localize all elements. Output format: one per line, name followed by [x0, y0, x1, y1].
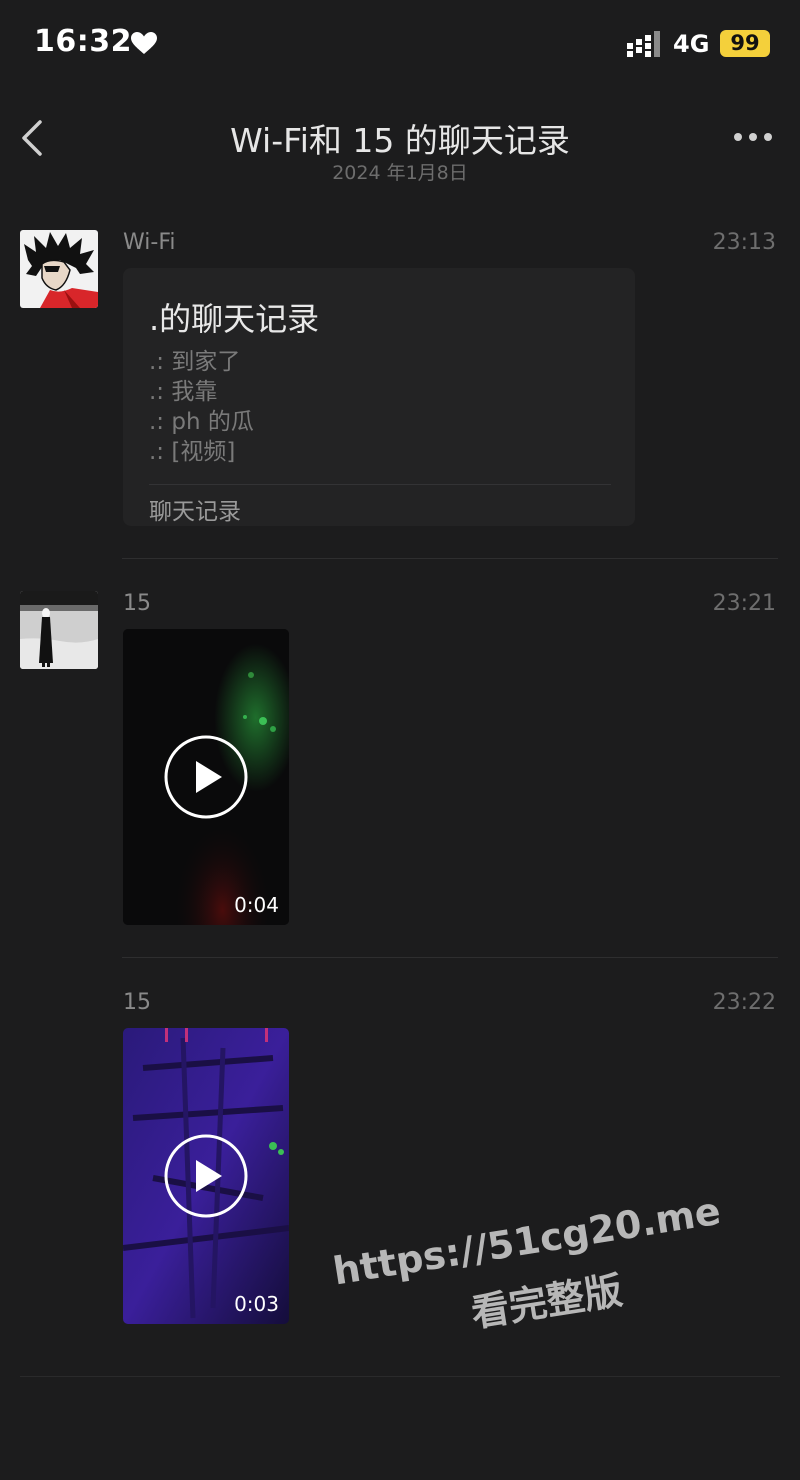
chat-history-line: .: [视频] — [149, 439, 236, 465]
video-thumbnail[interactable]: 0:03 — [123, 1028, 289, 1324]
message-time: 23:22 — [712, 990, 776, 1015]
watermark: https://51cg20.me 看完整版 — [330, 1187, 747, 1388]
sender-name: 15 — [123, 990, 151, 1015]
chat-history-line: .: 我靠 — [149, 379, 218, 405]
network-label: 4G — [673, 30, 710, 58]
divider — [122, 957, 778, 958]
avatar[interactable] — [20, 230, 98, 308]
status-time: 16:32 — [34, 24, 132, 59]
chat-history-footer: 聊天记录 — [149, 499, 241, 525]
video-duration: 0:03 — [234, 1292, 279, 1316]
avatar-image — [20, 230, 98, 308]
sender-name: Wi-Fi — [123, 230, 176, 255]
video-thumbnail[interactable]: 0:04 — [123, 629, 289, 925]
signal-icon — [627, 31, 660, 57]
avatar-image — [20, 591, 98, 669]
divider — [149, 484, 611, 485]
chat-history-line: .: ph 的瓜 — [149, 409, 254, 435]
heart-icon — [131, 32, 157, 54]
divider — [122, 558, 778, 559]
page-title: Wi-Fi和 15 的聊天记录 — [230, 121, 570, 160]
back-icon[interactable] — [18, 118, 48, 158]
page-subtitle-date: 2024 年1月8日 — [332, 162, 468, 184]
status-bar: 16:32 4G 99 — [0, 0, 800, 88]
avatar[interactable] — [20, 591, 98, 669]
watermark-text: 看完整版 — [468, 1268, 626, 1336]
battery-badge: 99 — [720, 30, 770, 57]
play-icon[interactable] — [163, 734, 249, 820]
video-duration: 0:04 — [234, 893, 279, 917]
message-time: 23:13 — [712, 230, 776, 255]
chat-history-title: .的聊天记录 — [149, 300, 320, 338]
play-icon[interactable] — [163, 1133, 249, 1219]
chat-history-line: .: 到家了 — [149, 349, 241, 375]
message-time: 23:21 — [712, 591, 776, 616]
more-icon[interactable] — [732, 128, 774, 146]
chat-history-card[interactable]: .的聊天记录 .: 到家了 .: 我靠 .: ph 的瓜 .: [视频] 聊天记… — [123, 268, 635, 526]
sender-name: 15 — [123, 591, 151, 616]
